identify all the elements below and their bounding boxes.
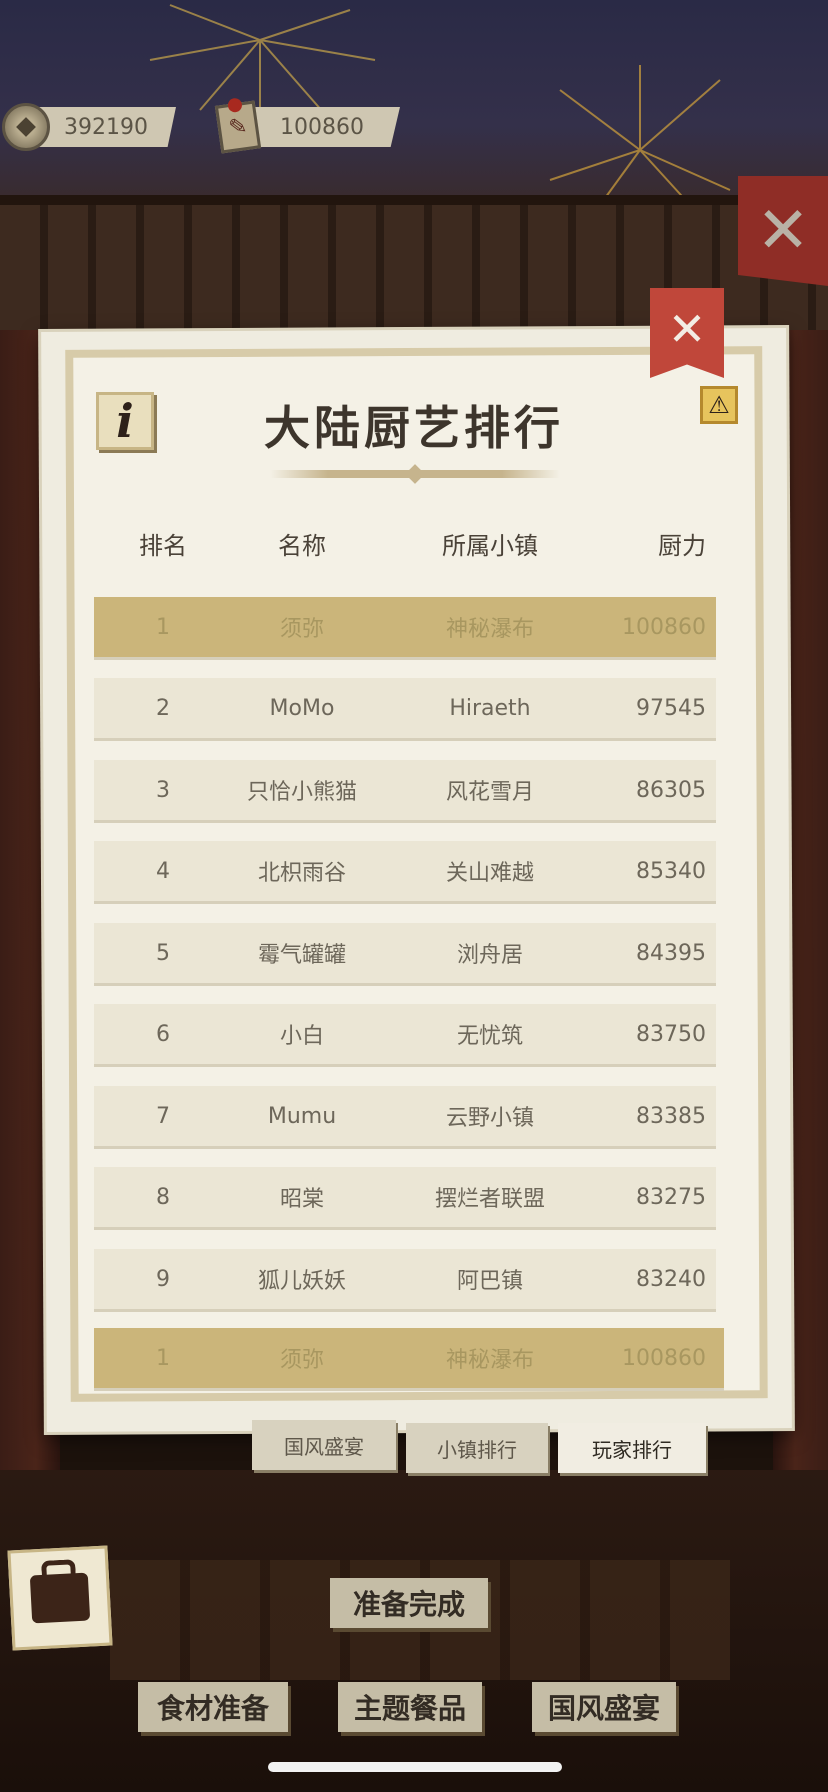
table-header: 排名 名称 所属小镇 厨力 [94,518,716,568]
row-town: 浏舟居 [456,943,523,968]
token-amount: 100860 [244,107,400,147]
row-name: MoMo [269,695,335,721]
self-town: 神秘瀑布 [445,1348,534,1373]
column-rank: 排名 [139,531,187,560]
row-power: 100860 [622,614,706,640]
row-name: 霉气罐罐 [257,943,346,968]
row-name: 昭棠 [279,1187,324,1212]
table-row[interactable]: 5 霉气罐罐 浏舟居 84395 [94,923,716,983]
row-rank: 2 [156,695,170,721]
home-indicator[interactable] [268,1762,562,1772]
row-power: 83240 [636,1266,706,1292]
coin-amount: 392190 [36,107,176,147]
column-name: 名称 [278,531,326,560]
coin-counter: 392190 [2,103,176,151]
row-town: 摆烂者联盟 [434,1187,545,1212]
backpack-icon [29,1572,91,1624]
row-rank: 7 [156,1103,170,1129]
row-name: 只恰小熊猫 [246,780,357,805]
row-town: 云野小镇 [445,1106,534,1131]
row-rank: 9 [156,1266,170,1292]
table-row[interactable]: 8 昭棠 摆烂者联盟 83275 [94,1167,716,1227]
self-name: 须弥 [279,1348,324,1373]
panel-title: 大陆厨艺排行 [264,401,564,455]
ready-button[interactable]: 准备完成 [330,1578,488,1628]
self-rank: 1 [156,1345,170,1371]
column-power: 厨力 [658,531,706,560]
row-power: 97545 [636,695,706,721]
row-power: 83275 [636,1184,706,1210]
self-power: 100860 [622,1345,706,1371]
row-town: 无忧筑 [456,1024,523,1049]
coin-icon [2,103,50,151]
table-row[interactable]: 7 Mumu 云野小镇 83385 [94,1086,716,1146]
row-name: Mumu [267,1103,337,1129]
self-rank-row: 1 须弥 神秘瀑布 100860 [94,1328,724,1388]
row-town: Hiraeth [449,695,531,721]
row-town: 阿巴镇 [456,1269,523,1294]
row-town: 风花雪月 [445,780,534,805]
firework-decoration [549,65,731,206]
theme-dishes-button[interactable]: 主题餐品 [338,1682,482,1732]
row-power: 85340 [636,858,706,884]
table-row[interactable]: 2 MoMo Hiraeth 97545 [94,678,716,738]
ingredients-button[interactable]: 食材准备 [138,1682,288,1732]
row-power: 86305 [636,777,706,803]
table-row[interactable]: 6 小白 无忧筑 83750 [94,1004,716,1064]
row-power: 83750 [636,1021,706,1047]
tab-national-feast[interactable]: 国风盛宴 [252,1420,396,1470]
tab-town-ranking[interactable]: 小镇排行 [406,1423,548,1473]
national-feast-button[interactable]: 国风盛宴 [532,1682,676,1732]
row-rank: 8 [156,1184,170,1210]
row-town: 神秘瀑布 [445,617,534,642]
row-rank: 5 [156,940,170,966]
table-row[interactable]: 9 狐儿妖妖 阿巴镇 83240 [94,1249,716,1309]
row-power: 84395 [636,940,706,966]
backpack-button[interactable] [7,1545,113,1651]
token-counter: ✎ 100860 [214,100,400,154]
column-town: 所属小镇 [442,531,538,560]
row-name: 北枳雨谷 [257,861,346,886]
tab-player-ranking[interactable]: 玩家排行 [558,1423,706,1473]
row-name: 狐儿妖妖 [257,1269,346,1294]
row-town: 关山难越 [445,861,534,886]
row-name: 须弥 [279,617,324,642]
row-rank: 6 [156,1021,170,1047]
token-icon: ✎ [214,100,262,154]
row-power: 83385 [636,1103,706,1129]
title-ornament [270,470,560,478]
table-row[interactable]: 1 须弥 神秘瀑布 100860 [94,597,716,657]
close-panel-button[interactable]: ✕ [650,288,724,378]
table-row[interactable]: 4 北枳雨谷 关山难越 85340 [94,841,716,901]
table-row[interactable]: 3 只恰小熊猫 风花雪月 86305 [94,760,716,820]
close-screen-button[interactable]: ✕ [738,176,828,286]
row-rank: 4 [156,858,170,884]
row-rank: 1 [156,614,170,640]
row-name: 小白 [279,1024,324,1049]
row-rank: 3 [156,777,170,803]
